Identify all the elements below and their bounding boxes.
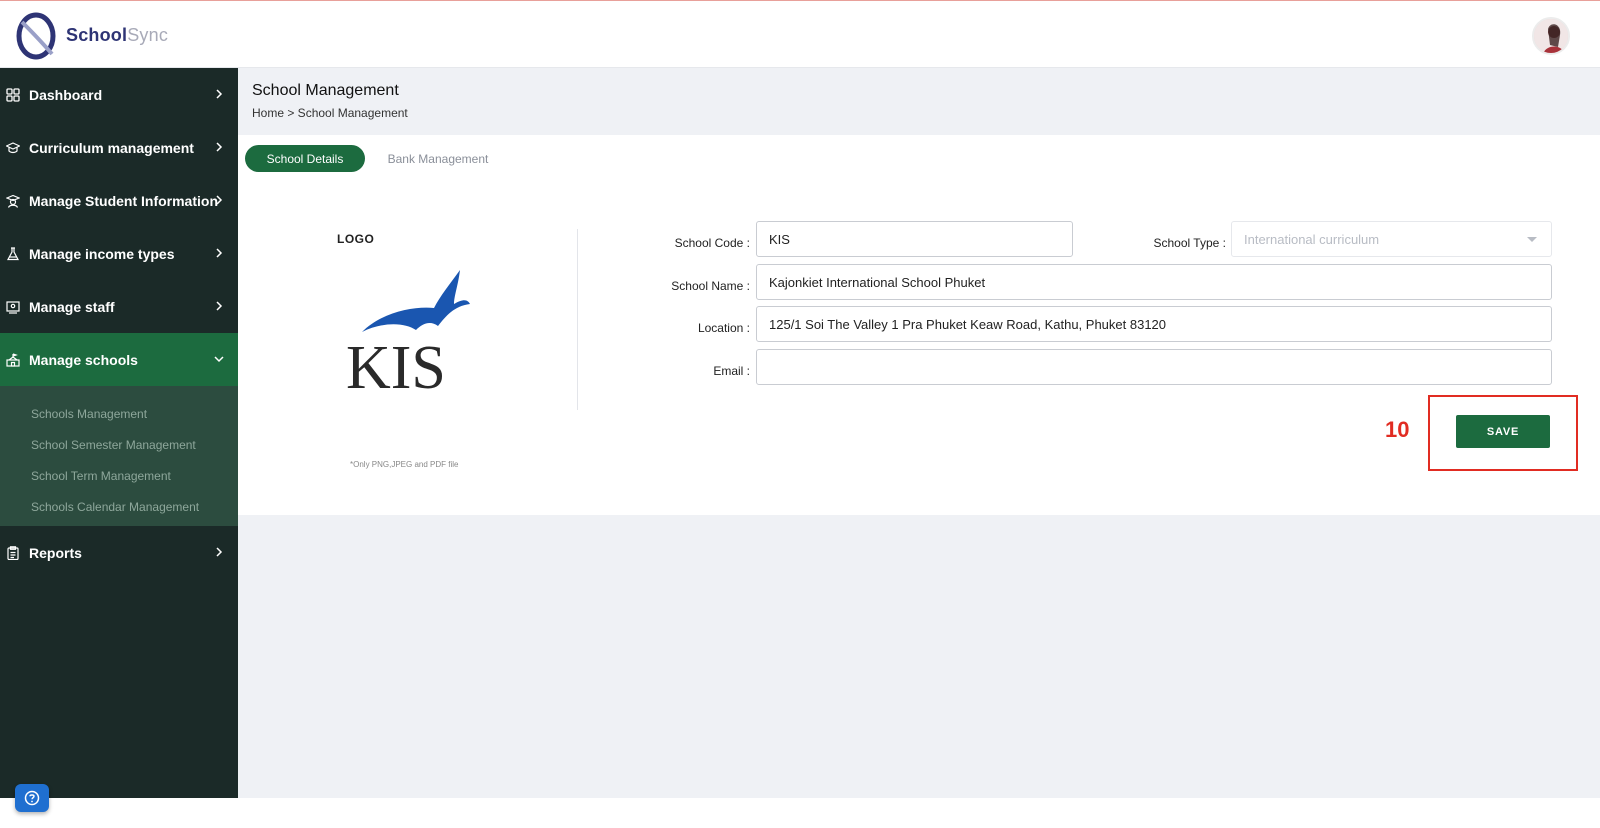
- graduation-cap-icon: [6, 141, 20, 155]
- bird-logo-icon: [362, 270, 470, 332]
- submenu-school-semester-management[interactable]: School Semester Management: [0, 429, 238, 460]
- annotation-step-number: 10: [1385, 417, 1410, 442]
- staff-board-icon: [6, 300, 20, 314]
- top-header: SchoolSync: [0, 1, 1600, 68]
- school-details-card: School Details Bank Management LOGO KIS …: [238, 135, 1600, 515]
- chevron-right-icon: [216, 547, 223, 557]
- main-content: School Management Home > School Manageme…: [238, 68, 1600, 798]
- schoolsync-logo-icon: [16, 12, 56, 60]
- submenu-schools-calendar-management[interactable]: Schools Calendar Management: [0, 491, 238, 522]
- school-icon: [6, 352, 20, 367]
- chevron-right-icon: [216, 301, 223, 311]
- sidebar-item-student-information[interactable]: Manage Student Information: [0, 174, 238, 227]
- sidebar-item-label: Curriculum management: [29, 139, 194, 156]
- tab-bank-management[interactable]: Bank Management: [383, 145, 493, 172]
- location-label: Location :: [697, 321, 750, 335]
- manage-schools-submenu: Schools Management School Semester Manag…: [0, 386, 238, 526]
- sidebar-item-reports[interactable]: Reports: [0, 526, 238, 579]
- brand-name: SchoolSync: [66, 25, 168, 46]
- chevron-right-icon: [216, 195, 223, 205]
- help-button[interactable]: [15, 784, 49, 812]
- sidebar: Dashboard Curriculum management Manage S…: [0, 68, 238, 798]
- brand-name-primary: School: [66, 24, 128, 45]
- upload-hint: *Only PNG,JPEG and PDF file: [350, 460, 459, 469]
- sidebar-item-label: Dashboard: [29, 86, 103, 103]
- clipboard-icon: [6, 545, 20, 560]
- grid-icon: [6, 87, 20, 102]
- tab-school-details[interactable]: School Details: [245, 145, 365, 172]
- chevron-right-icon: [216, 89, 223, 99]
- school-type-label: School Type :: [1153, 236, 1227, 250]
- school-code-label: School Code :: [674, 236, 750, 250]
- breadcrumb[interactable]: Home > School Management: [252, 106, 408, 120]
- logo-wordmark: KIS: [346, 334, 446, 394]
- sidebar-item-dashboard[interactable]: Dashboard: [0, 68, 238, 121]
- brand-name-secondary: Sync: [127, 24, 169, 45]
- school-code-input[interactable]: [756, 221, 1073, 257]
- sidebar-item-label: Manage staff: [29, 298, 115, 315]
- user-avatar[interactable]: [1532, 17, 1570, 55]
- sidebar-item-label: Manage income types: [29, 245, 175, 262]
- submenu-schools-management[interactable]: Schools Management: [0, 398, 238, 429]
- sidebar-item-curriculum[interactable]: Curriculum management: [0, 121, 238, 174]
- sidebar-item-label: Manage Student Information: [29, 192, 218, 209]
- sidebar-item-income-types[interactable]: Manage income types: [0, 227, 238, 280]
- page-title: School Management: [252, 82, 399, 99]
- vertical-divider: [577, 229, 578, 410]
- flask-icon: [6, 246, 20, 261]
- logo-label: LOGO: [337, 232, 375, 246]
- chevron-down-icon: [1527, 237, 1537, 242]
- school-name-label: School Name :: [671, 279, 750, 293]
- school-logo-image[interactable]: KIS: [342, 268, 472, 394]
- question-mark-icon: [24, 790, 40, 806]
- chevron-down-icon: [214, 356, 224, 363]
- save-button[interactable]: SAVE: [1456, 415, 1550, 448]
- app-logo[interactable]: SchoolSync: [14, 10, 168, 60]
- location-input[interactable]: [756, 306, 1552, 342]
- sidebar-item-label: Manage schools: [29, 351, 138, 368]
- email-label: Email :: [713, 364, 750, 378]
- student-icon: [6, 194, 20, 208]
- school-type-select[interactable]: International curriculum: [1231, 221, 1552, 257]
- chevron-right-icon: [216, 142, 223, 152]
- sidebar-item-staff[interactable]: Manage staff: [0, 280, 238, 333]
- page-header: School Management Home > School Manageme…: [252, 82, 408, 120]
- chevron-right-icon: [216, 248, 223, 258]
- email-input[interactable]: [756, 349, 1552, 385]
- school-name-input[interactable]: [756, 264, 1552, 300]
- school-type-value: International curriculum: [1244, 231, 1380, 247]
- avatar-image-icon: [1534, 19, 1568, 53]
- sidebar-item-label: Reports: [29, 544, 82, 561]
- sidebar-item-manage-schools[interactable]: Manage schools: [0, 333, 238, 386]
- submenu-school-term-management[interactable]: School Term Management: [0, 460, 238, 491]
